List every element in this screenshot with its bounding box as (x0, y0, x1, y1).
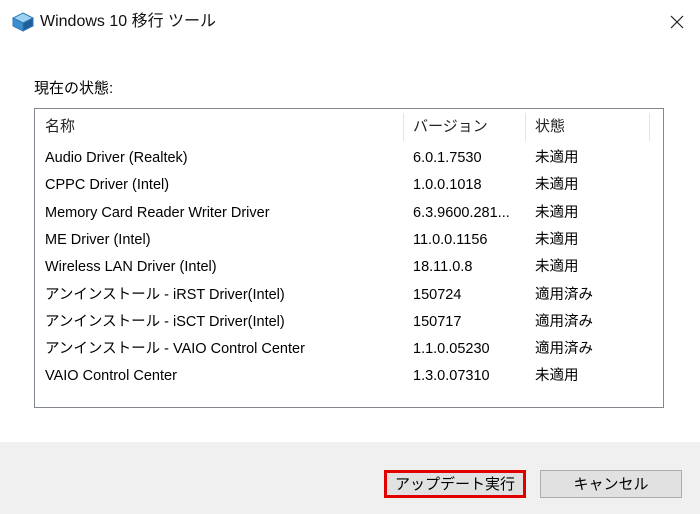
dialog-content: 現在の状態: 名称 バージョン 状態 Audio Driver (Realtek… (0, 44, 700, 442)
table-row[interactable]: アンインストール - VAIO Control Center 1.1.0.052… (35, 336, 663, 363)
column-header-status[interactable]: 状態 (525, 109, 650, 145)
row-name: Wireless LAN Driver (Intel) (45, 259, 217, 276)
row-version: 11.0.0.1156 (413, 231, 488, 248)
row-version: 6.0.1.7530 (413, 150, 482, 166)
app-icon (11, 12, 35, 32)
row-status: 適用済み (535, 313, 593, 330)
row-version: 1.3.0.07310 (413, 368, 490, 385)
cancel-button[interactable]: キャンセル (540, 470, 682, 498)
column-header-version[interactable]: バージョン (403, 109, 525, 145)
status-label: 現在の状態: (34, 80, 114, 97)
table-row[interactable]: Wireless LAN Driver (Intel) 18.11.0.8 未適… (35, 254, 663, 281)
row-version: 1.1.0.05230 (413, 341, 490, 358)
row-name: Memory Card Reader Writer Driver (45, 204, 270, 221)
row-name: ME Driver (Intel) (45, 231, 151, 248)
column-header-name[interactable]: 名称 (35, 109, 403, 145)
table-row[interactable]: Audio Driver (Realtek) 6.0.1.7530 未適用 (35, 145, 663, 172)
row-version: 6.3.9600.281... (413, 204, 510, 221)
row-version: 150724 (413, 286, 462, 303)
window-title: Windows 10 移行 ツール (40, 13, 217, 30)
row-status: 未適用 (535, 204, 579, 221)
table-row[interactable]: アンインストール - iRST Driver(Intel) 150724 適用済… (35, 282, 663, 309)
row-name: Audio Driver (Realtek) (45, 150, 188, 166)
row-status: 未適用 (535, 231, 579, 248)
column-separator[interactable] (649, 113, 650, 141)
row-name: VAIO Control Center (45, 368, 177, 385)
update-button[interactable]: アップデート実行 (384, 470, 526, 498)
row-name: CPPC Driver (Intel) (45, 177, 170, 194)
table-row[interactable]: ME Driver (Intel) 11.0.0.1156 未適用 (35, 227, 663, 254)
table-row[interactable]: Memory Card Reader Writer Driver 6.3.960… (35, 200, 663, 227)
table-row[interactable]: CPPC Driver (Intel) 1.0.0.1018 未適用 (35, 172, 663, 199)
row-status: 未適用 (535, 259, 579, 276)
row-status: 適用済み (535, 286, 593, 303)
row-name: アンインストール - VAIO Control Center (45, 341, 305, 358)
close-button[interactable] (654, 0, 700, 44)
row-name: アンインストール - iSCT Driver(Intel) (45, 313, 285, 330)
row-status: 未適用 (535, 150, 579, 166)
table-row[interactable]: アンインストール - iSCT Driver(Intel) 150717 適用済… (35, 309, 663, 336)
row-version: 150717 (413, 313, 462, 330)
row-status: 適用済み (535, 341, 593, 358)
row-version: 18.11.0.8 (413, 259, 473, 276)
dialog-footer: アップデート実行 キャンセル (0, 442, 700, 514)
row-version: 1.0.0.1018 (413, 177, 482, 194)
row-name: アンインストール - iRST Driver(Intel) (45, 286, 285, 303)
list-header: 名称 バージョン 状態 (35, 109, 663, 145)
table-row[interactable]: VAIO Control Center 1.3.0.07310 未適用 (35, 363, 663, 390)
title-bar: Windows 10 移行 ツール (0, 0, 700, 44)
close-icon (670, 15, 684, 29)
row-status: 未適用 (535, 177, 579, 194)
driver-list[interactable]: 名称 バージョン 状態 Audio Driver (Realtek) 6.0.1… (34, 108, 664, 408)
row-status: 未適用 (535, 368, 579, 385)
